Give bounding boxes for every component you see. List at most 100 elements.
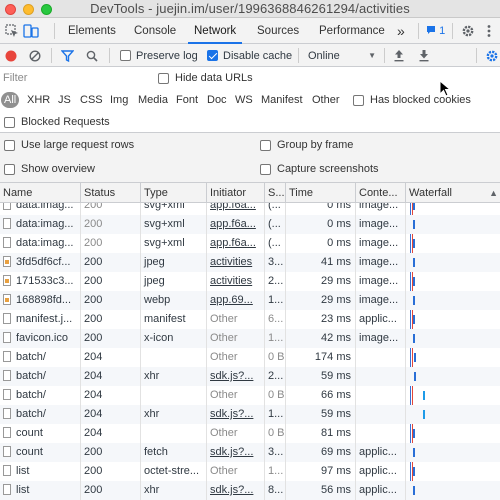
type-xhr[interactable]: XHR xyxy=(27,92,50,108)
type-img[interactable]: Img xyxy=(110,92,128,108)
cell-name: list xyxy=(0,462,81,481)
table-row[interactable]: data:imag... 200 svg+xml app.f6a... (... 0 ms… xyxy=(0,215,500,234)
type-manifest[interactable]: Manifest xyxy=(261,92,303,108)
cell-status: 200 xyxy=(81,329,141,348)
table-row[interactable]: list 200 octet-stre... Other 1... 97 ms applic… xyxy=(0,462,500,481)
sort-ascending-icon: ▲ xyxy=(489,188,498,198)
column-header-status[interactable]: Status xyxy=(81,183,141,203)
cell-name: count xyxy=(0,424,81,443)
inspect-element-icon[interactable] xyxy=(3,22,21,40)
column-header-time[interactable]: Time xyxy=(286,183,356,203)
cell-waterfall xyxy=(406,291,500,310)
cell-initiator: app.f6a... xyxy=(207,203,265,215)
network-settings-button[interactable] xyxy=(485,47,499,64)
cell-type xyxy=(141,386,207,405)
issues-badge[interactable]: 1 xyxy=(426,23,445,39)
cell-waterfall xyxy=(406,348,500,367)
file-icon xyxy=(3,313,11,324)
more-options-icon[interactable] xyxy=(480,22,498,40)
waterfall-bar xyxy=(413,486,415,495)
cell-time: 174 ms xyxy=(286,348,356,367)
type-font[interactable]: Font xyxy=(176,92,198,108)
waterfall-bar xyxy=(413,277,415,286)
tab-sources[interactable]: Sources xyxy=(257,18,299,44)
has-blocked-cookies-checkbox[interactable]: Has blocked cookies xyxy=(353,92,471,108)
table-row[interactable]: data:imag... 200 svg+xml app.f6a... (... 0 ms… xyxy=(0,203,500,215)
column-header-waterfall[interactable]: Waterfall ▲ xyxy=(406,183,500,203)
tab-elements[interactable]: Elements xyxy=(68,18,116,44)
cell-content: image... xyxy=(356,253,406,272)
type-all[interactable]: All xyxy=(1,92,20,108)
throttling-select[interactable]: Online ▼ xyxy=(308,47,376,64)
import-har-button[interactable] xyxy=(393,47,405,64)
show-overview-checkbox[interactable]: Show overview xyxy=(4,161,95,177)
cell-size: 2... xyxy=(265,367,286,386)
table-row[interactable]: batch/204 xhr sdk.js?... 1... 59 ms xyxy=(0,405,500,424)
table-row[interactable]: batch/204 xhr sdk.js?... 2... 59 ms xyxy=(0,367,500,386)
column-header-content[interactable]: Conte... xyxy=(356,183,406,203)
record-button[interactable] xyxy=(5,47,17,64)
cell-type: jpeg xyxy=(141,253,207,272)
table-row[interactable]: 171533c3... 200 jpeg activities 2... 29 ms ima… xyxy=(0,272,500,291)
cell-status: 204 xyxy=(81,367,141,386)
table-row[interactable]: batch/204 Other 0 B 174 ms xyxy=(0,348,500,367)
group-by-frame-checkbox[interactable]: Group by frame xyxy=(260,137,353,153)
export-har-button[interactable] xyxy=(418,47,430,64)
type-doc[interactable]: Doc xyxy=(207,92,227,108)
table-row[interactable]: count 204 Other 0 B 81 ms xyxy=(0,424,500,443)
capture-screenshots-label: Capture screenshots xyxy=(277,163,379,175)
table-row[interactable]: batch/204 Other 0 B 66 ms xyxy=(0,386,500,405)
cell-size: (... xyxy=(265,203,286,215)
large-rows-checkbox[interactable]: Use large request rows xyxy=(4,137,134,153)
file-icon xyxy=(3,218,11,229)
table-row[interactable]: 168898fd... 200 webp app.69... 1... 29 ms imag… xyxy=(0,291,500,310)
cell-name: count xyxy=(0,443,81,462)
table-row[interactable]: 3fd5df6cf... 200 jpeg activities 3... 41 ms im… xyxy=(0,253,500,272)
type-media[interactable]: Media xyxy=(138,92,168,108)
cell-initiator: sdk.js?... xyxy=(207,405,265,424)
type-other[interactable]: Other xyxy=(312,92,340,108)
table-row[interactable]: manifest.j... 200 manifest Other 6... 23 ms ap… xyxy=(0,310,500,329)
table-row[interactable]: data:imag... 200 svg+xml app.f6a... (... 0 ms… xyxy=(0,234,500,253)
cell-size: 1... xyxy=(265,405,286,424)
column-header-type[interactable]: Type xyxy=(141,183,207,203)
cell-status: 200 xyxy=(81,253,141,272)
type-ws[interactable]: WS xyxy=(235,92,253,108)
cell-type: x-icon xyxy=(141,329,207,348)
tab-network[interactable]: Network xyxy=(188,18,243,44)
device-toolbar-icon[interactable] xyxy=(22,22,40,40)
disable-cache-checkbox[interactable]: Disable cache xyxy=(207,47,292,64)
waterfall-bar xyxy=(414,353,416,362)
cell-name: manifest.j... xyxy=(0,310,81,329)
cell-type: octet-stre... xyxy=(141,462,207,481)
column-header-initiator[interactable]: Initiator xyxy=(207,183,265,203)
search-button[interactable] xyxy=(86,47,98,64)
cell-waterfall xyxy=(406,462,500,481)
capture-screenshots-checkbox[interactable]: Capture screenshots xyxy=(260,161,379,177)
issues-count: 1 xyxy=(439,25,446,37)
clear-button[interactable] xyxy=(29,47,41,64)
column-header-name[interactable]: Name xyxy=(0,183,81,203)
column-header-size[interactable]: S... xyxy=(265,183,286,203)
table-row[interactable]: favicon.ico 200 x-icon Other 1... 42 ms image.… xyxy=(0,329,500,348)
hide-data-urls-checkbox[interactable]: Hide data URLs xyxy=(158,70,253,86)
table-row[interactable]: list 200 xhr sdk.js?... 8... 56 ms applic... xyxy=(0,481,500,500)
blocked-requests-checkbox[interactable]: Blocked Requests xyxy=(4,114,110,130)
filter-input[interactable] xyxy=(3,71,153,85)
preserve-log-checkbox[interactable]: Preserve log xyxy=(120,47,198,64)
window-titlebar: DevTools - juejin.im/user/19963688462612… xyxy=(0,0,500,18)
tab-console[interactable]: Console xyxy=(134,18,176,44)
table-row[interactable]: count 200 fetch sdk.js?... 3... 69 ms applic..… xyxy=(0,443,500,462)
more-tabs-button[interactable]: » xyxy=(397,18,405,44)
file-icon xyxy=(3,465,11,476)
cell-status: 204 xyxy=(81,348,141,367)
tab-performance[interactable]: Performance xyxy=(319,18,385,44)
type-js[interactable]: JS xyxy=(58,92,71,108)
resource-type-filter: All XHR JS CSS Img Media Font Doc WS Man… xyxy=(0,89,500,111)
type-css[interactable]: CSS xyxy=(80,92,103,108)
file-icon xyxy=(3,237,11,248)
filter-toggle[interactable] xyxy=(61,47,74,64)
settings-gear-icon[interactable] xyxy=(459,22,477,40)
cell-type: jpeg xyxy=(141,272,207,291)
cell-initiator: Other xyxy=(207,310,265,329)
